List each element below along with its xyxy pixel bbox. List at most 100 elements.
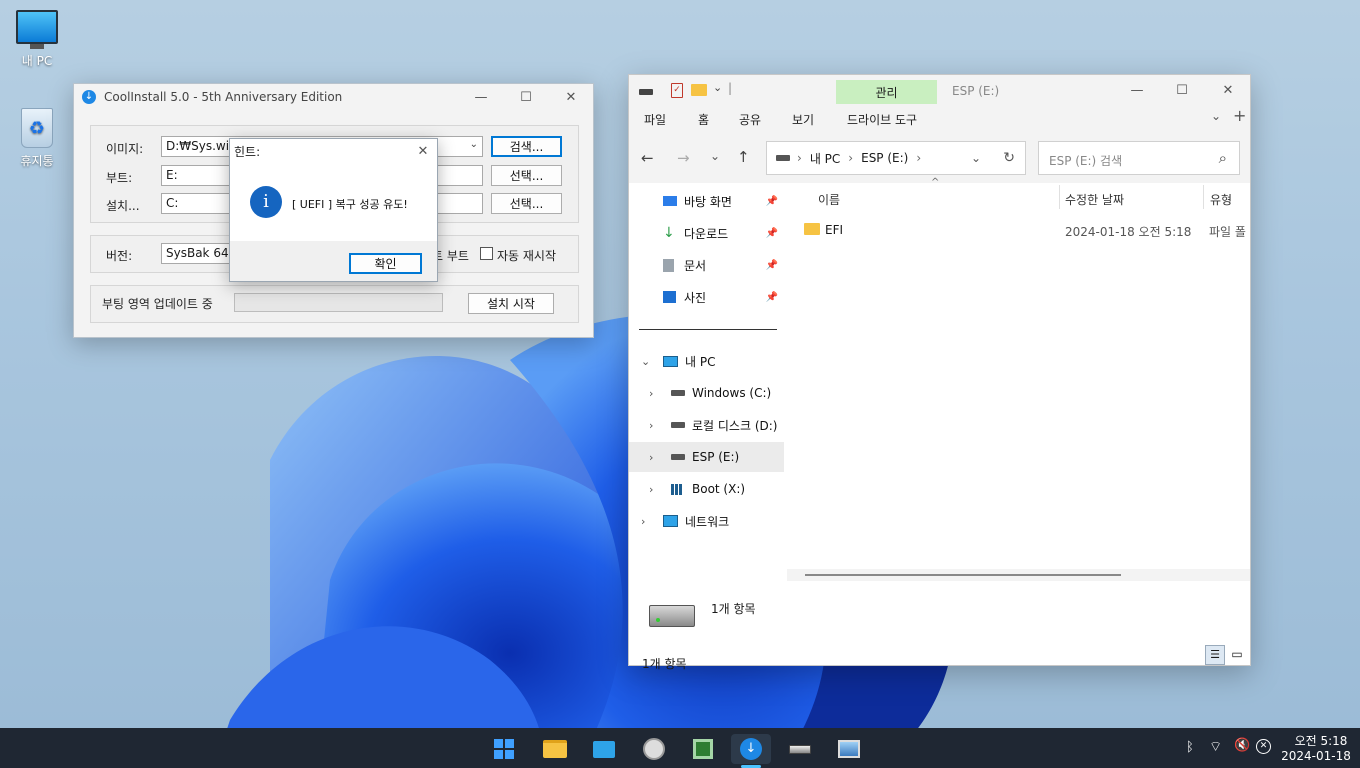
column-header-type[interactable]: 유형	[1210, 191, 1232, 208]
breadcrumb-this-pc[interactable]: 내 PC	[810, 150, 840, 167]
pin-icon[interactable]: 📌	[766, 228, 778, 239]
explorer-maximize-button[interactable]: ☐	[1159, 77, 1205, 103]
chevron-right-icon[interactable]: ›	[649, 387, 653, 400]
minimize-button[interactable]: —	[458, 84, 504, 110]
file-type: 파일 폴	[1209, 225, 1246, 239]
column-header-name[interactable]: 이름	[818, 191, 840, 208]
chevron-right-icon[interactable]: ›	[649, 451, 653, 464]
details-count: 1개 항목	[711, 602, 756, 616]
refresh-icon[interactable]: ↻	[1003, 150, 1015, 166]
menu-home[interactable]: 홈	[698, 111, 709, 128]
pin-icon[interactable]: 📌	[766, 260, 778, 271]
manage-tab[interactable]: 관리	[836, 80, 937, 104]
dialog-message: [ UEFI ] 복구 성공 유도!	[292, 198, 408, 211]
nav-item-documents[interactable]: 문서 📌	[629, 250, 784, 280]
pin-icon[interactable]: 📌	[766, 196, 778, 207]
horizontal-scrollbar[interactable]	[787, 569, 1250, 581]
drive-app-icon[interactable]	[780, 734, 820, 764]
column-header-date[interactable]: 수정한 날짜	[1065, 191, 1124, 208]
info-icon: i	[250, 186, 282, 218]
hint-dialog: 힌트: ✕ i [ UEFI ] 복구 성공 유도! 확인	[229, 138, 438, 282]
ribbon-expand-icon[interactable]: ⌄	[1211, 109, 1221, 123]
start-install-button[interactable]: 설치 시작	[468, 293, 554, 314]
explorer-minimize-button[interactable]: —	[1114, 77, 1160, 103]
folder-icon[interactable]	[691, 84, 707, 96]
recent-chevron-icon[interactable]: ⌄	[710, 149, 720, 163]
dialog-close-button[interactable]: ✕	[408, 139, 438, 163]
properties-icon[interactable]: ✓	[671, 83, 683, 98]
desktop-icon-this-pc[interactable]: 내 PC	[7, 10, 67, 69]
explorer-close-button[interactable]: ✕	[1205, 77, 1251, 103]
monitor-app-icon[interactable]	[584, 734, 624, 764]
drive-icon	[671, 422, 685, 428]
menu-view[interactable]: 보기	[792, 111, 814, 128]
bluetooth-icon[interactable]: ᛒ	[1186, 740, 1194, 755]
monitor-icon	[16, 10, 58, 44]
forward-arrow-icon[interactable]: →	[677, 149, 690, 167]
auto-restart-checkbox[interactable]	[480, 247, 493, 260]
nav-item-drive-c[interactable]: › Windows (C:)	[629, 378, 784, 408]
desktop-icon-label: 내 PC	[21, 54, 53, 68]
nav-item-drive-e[interactable]: › ESP (E:)	[629, 442, 784, 472]
nav-item-label: 다운로드	[684, 226, 729, 241]
details-drive-icon	[649, 605, 695, 627]
volume-muted-icon[interactable]: 🔇	[1234, 738, 1250, 753]
up-arrow-icon[interactable]: ↑	[737, 148, 750, 166]
nav-item-desktop[interactable]: 바탕 화면 📌	[629, 186, 784, 216]
search-placeholder: ESP (E:) 검색	[1049, 154, 1123, 168]
coolinstall-app-icon: ↓	[82, 90, 96, 104]
nav-item-network[interactable]: › 네트워크	[629, 506, 784, 536]
nav-item-drive-d[interactable]: › 로컬 디스크 (D:)	[629, 410, 784, 440]
menu-drive-tools[interactable]: 드라이브 도구	[847, 111, 917, 128]
address-bar[interactable]: › 내 PC › ESP (E:) › ⌄ ↻	[766, 141, 1026, 175]
drive-icon	[671, 390, 685, 396]
drive-icon	[671, 454, 685, 460]
maximize-button[interactable]: ☐	[503, 84, 549, 110]
chip-app-icon[interactable]	[683, 734, 723, 764]
chevron-down-icon[interactable]: ⌄	[641, 355, 650, 368]
wifi-icon[interactable]: ⌔	[1209, 738, 1222, 756]
breadcrumb-esp[interactable]: ESP (E:)	[861, 151, 908, 165]
clock-time[interactable]: 오전 5:18	[1290, 732, 1352, 749]
pin-icon[interactable]: 📌	[766, 292, 778, 303]
notification-close-icon[interactable]: ✕	[1256, 739, 1271, 754]
file-explorer-icon[interactable]	[535, 734, 575, 764]
details-view-button[interactable]: ☰	[1205, 645, 1225, 665]
nav-item-downloads[interactable]: ↓ 다운로드 📌	[629, 218, 784, 248]
nav-item-this-pc[interactable]: ⌄ 내 PC	[629, 346, 784, 376]
pictures-icon	[663, 291, 676, 303]
install-label: 설치...	[106, 199, 140, 213]
back-arrow-icon[interactable]: ←	[641, 149, 654, 167]
quick-access-chevron-icon[interactable]: ⌄	[713, 81, 722, 94]
version-label: 버전:	[106, 249, 133, 263]
nav-item-label: Boot (X:)	[692, 482, 746, 496]
clock-date[interactable]: 2024-01-18	[1280, 749, 1352, 763]
new-tab-icon[interactable]: +	[1233, 106, 1246, 125]
nav-item-drive-x[interactable]: › Boot (X:)	[629, 474, 784, 504]
search-button[interactable]: 검색...	[491, 136, 562, 157]
address-dropdown-icon[interactable]: ⌄	[971, 151, 981, 165]
chevron-right-icon[interactable]: ›	[649, 419, 653, 432]
image-app-icon[interactable]	[829, 734, 869, 764]
file-row[interactable]: EFI 2024-01-18 오전 5:18 파일 폴	[803, 217, 1250, 243]
menu-file[interactable]: 파일	[644, 111, 666, 128]
menu-share[interactable]: 공유	[739, 111, 761, 128]
boot-select-button[interactable]: 선택...	[491, 165, 562, 186]
search-input[interactable]: ESP (E:) 검색 ⌕	[1038, 141, 1240, 175]
install-select-button[interactable]: 선택...	[491, 193, 562, 214]
status-text: 부팅 영역 업데이트 중	[102, 297, 213, 311]
tiles-view-button[interactable]: ▭	[1227, 645, 1247, 665]
nav-item-pictures[interactable]: 사진 📌	[629, 282, 784, 312]
dialog-ok-button[interactable]: 확인	[349, 253, 422, 274]
document-icon	[663, 258, 674, 272]
avatar-app-icon[interactable]	[634, 734, 674, 764]
network-icon	[663, 515, 678, 527]
chevron-right-icon[interactable]: ›	[641, 515, 645, 528]
recycle-bin-icon: ♻	[21, 108, 53, 148]
chevron-right-icon[interactable]: ›	[649, 483, 653, 496]
desktop-icon-recycle-bin[interactable]: ♻ 휴지통	[7, 108, 67, 169]
close-button[interactable]: ✕	[548, 84, 594, 110]
start-icon[interactable]	[484, 734, 524, 764]
desktop-icon-label: 휴지통	[20, 154, 54, 168]
coolinstall-app-icon[interactable]: ↓	[731, 734, 771, 768]
